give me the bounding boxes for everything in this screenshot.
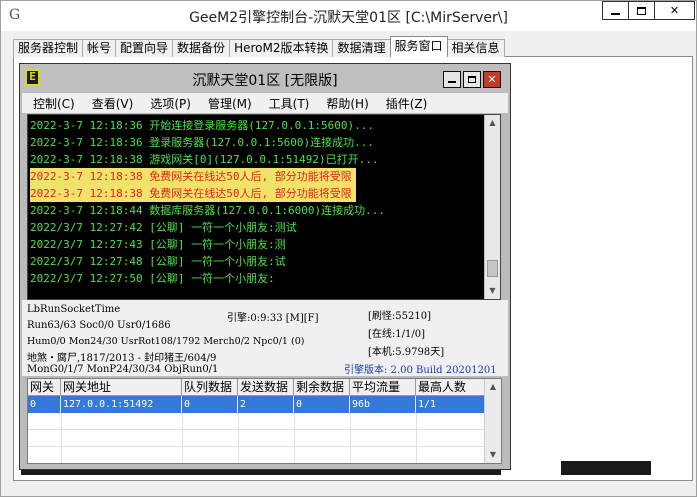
scroll-up-icon[interactable]: ▲ <box>485 115 500 131</box>
monster-stats: MonG0/1/7 MonP24/30/34 ObjRun0/1 <box>27 364 219 375</box>
engine-version: 引擎版本: 2.00 Build 20201201 <box>344 365 497 376</box>
grid-line <box>238 413 239 463</box>
tab-data-cleanup[interactable]: 数据清理 <box>332 39 391 57</box>
tab-herom2-convert[interactable]: HeroM2版本转换 <box>229 39 334 57</box>
column-header[interactable]: 最高人数 <box>416 379 485 396</box>
grid-line <box>182 413 183 463</box>
refresh-count: [刷怪:55210] <box>368 311 431 322</box>
grid-line <box>416 413 417 463</box>
table-header: 网关 网关地址 队列数据 发送数据 剩余数据 平均流量 最高人数 <box>28 379 485 396</box>
log-line: 2022-3-7 12:18:38 游戏网关[0](127.0.0.1:5149… <box>30 153 379 166</box>
log-line-warning: 2022-3-7 12:18:38 免费网关在线达50人后, 部分功能将受限 <box>30 168 356 185</box>
engine-uptime: 引擎:0:9:33 [M][F] <box>227 313 319 324</box>
minimize-icon <box>611 12 620 15</box>
menu-control[interactable]: 控制(C) <box>33 95 75 112</box>
table-cell: 0 <box>294 396 350 413</box>
tab-bar: 服务器控制 帐号 配置向导 数据备份 HeroM2版本转换 数据清理 服务窗口 … <box>13 36 505 57</box>
close-button[interactable]: ✕ <box>654 1 695 20</box>
log-line-warning: 2022-3-7 12:18:38 免费网关在线达50人后, 部分功能将受限 <box>30 185 356 202</box>
server-minimize-button[interactable] <box>443 71 461 88</box>
log-line: 2022/3/7 12:27:43 [公聊] 一符一个小朋友:测 <box>30 238 286 251</box>
server-window-title: 沉默天堂01区 [无限版] <box>192 73 338 89</box>
socket-time-label: LbRunSocketTime <box>27 304 121 315</box>
human-stats: Hum0/0 Mon24/30 UsrRot108/1792 Merch0/2 … <box>27 336 305 347</box>
column-header[interactable]: 网关 <box>28 379 61 396</box>
log-line: 2022-3-7 12:18:44 数据库服务器(127.0.0.1:6000)… <box>30 204 386 217</box>
tab-about[interactable]: 相关信息 <box>446 39 505 57</box>
local-uptime: [本机:5.9798天] <box>368 347 445 358</box>
menu-plugins[interactable]: 插件(Z) <box>386 95 428 112</box>
tab-data-backup[interactable]: 数据备份 <box>172 39 231 57</box>
table-row[interactable]: 0 127.0.0.1:51492 0 2 0 96b 1/1 <box>28 396 485 413</box>
menu-help[interactable]: 帮助(H) <box>326 95 368 112</box>
maximize-icon <box>637 6 646 15</box>
menu-view[interactable]: 查看(V) <box>92 95 134 112</box>
log-console[interactable]: 2022-3-7 12:18:36 开始连接登录服务器(127.0.0.1:56… <box>27 114 501 300</box>
tab-server-control[interactable]: 服务器控制 <box>13 39 84 57</box>
log-scrollbar[interactable]: ▲ ▼ <box>484 115 500 299</box>
server-window-title-bar: E 沉默天堂01区 [无限版] ✕ <box>20 64 510 92</box>
tab-account[interactable]: 帐号 <box>82 39 117 57</box>
scroll-up-icon[interactable]: ▲ <box>485 379 501 395</box>
online-count: [在线:1/1/0] <box>368 329 425 340</box>
table-cell: 0 <box>28 396 61 413</box>
gateway-table[interactable]: 网关 网关地址 队列数据 发送数据 剩余数据 平均流量 最高人数 0 127.0… <box>27 378 502 464</box>
menu-tools[interactable]: 工具(T) <box>269 95 310 112</box>
run-stats: Run63/63 Soc0/0 Usr0/1686 <box>27 320 171 331</box>
log-line: 2022-3-7 12:18:36 开始连接登录服务器(127.0.0.1:56… <box>30 119 375 132</box>
background-control-strip <box>561 461 651 475</box>
maximize-icon <box>468 76 476 83</box>
close-icon: ✕ <box>669 4 680 17</box>
grid-line <box>294 413 295 463</box>
scroll-down-icon[interactable]: ▼ <box>485 447 501 463</box>
close-icon: ✕ <box>487 73 497 86</box>
table-cell: 127.0.0.1:51492 <box>61 396 182 413</box>
table-cell: 1/1 <box>416 396 485 413</box>
window-title: GeeM2引擎控制台-沉默天堂01区 [C:\MirServer\] <box>189 10 508 26</box>
server-window: E 沉默天堂01区 [无限版] ✕ 控制(C) 查看(V) 选项(P) 管理(M… <box>19 63 511 470</box>
menu-manage[interactable]: 管理(M) <box>208 95 252 112</box>
log-line: 2022/3/7 12:27:48 [公聊] 一符一个小朋友:试 <box>30 255 286 268</box>
minimize-icon <box>448 81 456 83</box>
column-header[interactable]: 发送数据 <box>238 379 294 396</box>
table-scrollbar[interactable]: ▲ ▼ <box>484 379 501 463</box>
title-bar: G GeeM2引擎控制台-沉默天堂01区 [C:\MirServer\] ✕ <box>1 1 696 31</box>
menu-bar: 控制(C) 查看(V) 选项(P) 管理(M) 工具(T) 帮助(H) 插件(Z… <box>22 93 508 113</box>
grid-line <box>350 413 351 463</box>
tab-config-wizard[interactable]: 配置向导 <box>115 39 174 57</box>
table-cell: 96b <box>350 396 416 413</box>
table-empty-rows <box>28 413 485 463</box>
tab-service-window[interactable]: 服务窗口 <box>389 36 448 57</box>
table-cell: 2 <box>238 396 294 413</box>
menu-options[interactable]: 选项(P) <box>150 95 191 112</box>
scroll-down-icon[interactable]: ▼ <box>485 283 500 299</box>
minimize-button[interactable] <box>602 1 629 20</box>
server-close-button[interactable]: ✕ <box>483 71 501 88</box>
scroll-thumb[interactable] <box>487 260 498 277</box>
column-header[interactable]: 队列数据 <box>182 379 238 396</box>
log-line: 2022-3-7 12:18:36 登录服务器(127.0.0.1:5600)连… <box>30 136 375 149</box>
log-line: 2022/3/7 12:27:42 [公聊] 一符一个小朋友:测试 <box>30 221 297 234</box>
map-stats: 地煞・腐尸,1817/2013 - 封印猪王/604/9 <box>27 353 217 364</box>
table-cell: 0 <box>182 396 238 413</box>
column-header[interactable]: 平均流量 <box>350 379 416 396</box>
status-panel: LbRunSocketTime Run63/63 Soc0/0 Usr0/168… <box>22 300 508 376</box>
main-window: G GeeM2引擎控制台-沉默天堂01区 [C:\MirServer\] ✕ 服… <box>0 0 697 497</box>
column-header[interactable]: 剩余数据 <box>294 379 350 396</box>
maximize-button[interactable] <box>628 1 655 20</box>
column-header[interactable]: 网关地址 <box>61 379 182 396</box>
log-line: 2022/3/7 12:27:50 [公聊] 一符一个小朋友: <box>30 272 275 285</box>
server-maximize-button[interactable] <box>463 71 481 88</box>
grid-line <box>61 413 62 463</box>
